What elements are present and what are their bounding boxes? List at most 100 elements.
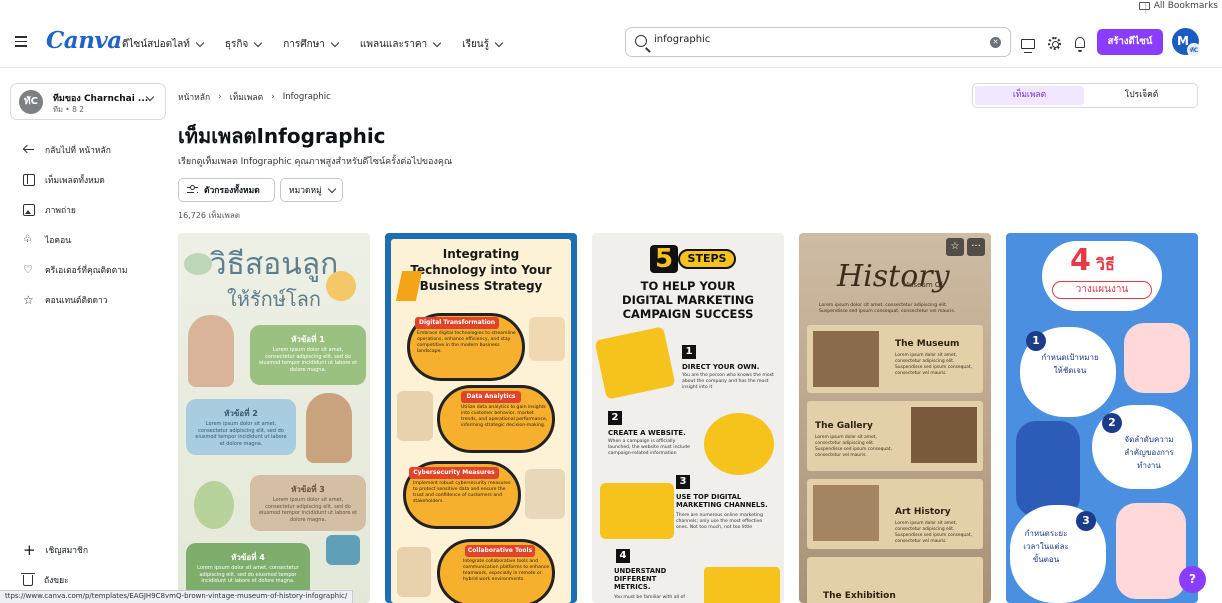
- team-avatar: ทัC: [19, 90, 43, 114]
- card-big-number: 4: [1070, 243, 1091, 278]
- topic-3-text: Lorem ipsum dolor sit amet, consectetur …: [258, 497, 358, 523]
- section-art-history-text: Lorem ipsum dolor sit amet, consectetur …: [895, 521, 972, 544]
- template-card-museum-history[interactable]: ☆ ··· Museum Of History Lorem ipsum dolo…: [799, 233, 991, 603]
- nav-plans-pricing[interactable]: แพลนและราคา: [360, 37, 442, 52]
- sidebar-item-icons[interactable]: ♧ ไอคอน: [0, 225, 168, 255]
- card-big-number: 5: [650, 245, 678, 273]
- sidebar-item-starred[interactable]: ☆ คอนเทนต์ติดดาว: [0, 285, 168, 315]
- template-card-digital-marketing[interactable]: 5 STEPS TO HELP YOUR DIGITAL MARKETING C…: [592, 233, 784, 603]
- more-options-icon[interactable]: ···: [967, 238, 985, 256]
- bell-icon[interactable]: [1075, 37, 1085, 52]
- gear-icon[interactable]: [1048, 37, 1061, 50]
- section-2-text: Utilize data analytics to gain insights …: [461, 405, 548, 428]
- breadcrumb-templates[interactable]: เท็มเพลต: [230, 90, 263, 104]
- intro-text: Lorem ipsum dolor sit amet, consectetur …: [819, 303, 956, 314]
- heart-icon: ♡: [23, 263, 33, 276]
- team-switcher[interactable]: ทัC ทีมของ Charnchai ... ทีม • 8 2: [10, 83, 166, 120]
- filter-label: ตัวกรองทั้งหมด: [204, 186, 260, 196]
- menu-icon[interactable]: [15, 36, 27, 47]
- step-1-number: 1: [1026, 331, 1046, 351]
- chevron-down-icon: [327, 184, 336, 193]
- template-icon: [23, 174, 35, 186]
- sidebar-item-label: เท็มเพลตทั้งหมด: [45, 176, 105, 186]
- section-4-text: Integrate collaborative tools and commun…: [463, 559, 550, 582]
- topic-4-text: Lorem ipsum dolor sit amet, consectetur …: [197, 565, 299, 584]
- sidebar-item-label: ครีเอเตอร์ที่คุณติดตาม: [45, 266, 128, 276]
- chevron-down-icon: [330, 38, 340, 48]
- nav-design-spotlight[interactable]: ดีไซน์สปอตไลท์: [122, 37, 205, 52]
- step-1-text: You are the person who knows the most ab…: [682, 373, 774, 390]
- sidebar-item-all-templates[interactable]: เท็มเพลตทั้งหมด: [0, 165, 168, 195]
- template-card-eco-parenting[interactable]: วิธีสอนลูก ให้รักษ์โลก หัวข้อที่ 1 Lorem…: [178, 233, 370, 603]
- laptop-illustration: [704, 413, 774, 475]
- team-subtitle: ทีม • 8 2: [53, 105, 85, 114]
- art-photo: [813, 485, 879, 541]
- breadcrumb: หน้าหลัก › เท็มเพลต › Infographic: [178, 90, 331, 104]
- step-2-number: 2: [1102, 413, 1122, 433]
- section-museum: The Museum: [895, 339, 960, 349]
- nav-label: ดีไซน์สปอตไลท์: [122, 39, 190, 50]
- step-2-number: 2: [608, 411, 622, 425]
- section-gallery: The Gallery: [815, 421, 873, 431]
- sidebar-list: กลับไปที่ หน้าหลัก เท็มเพลตทั้งหมด ภาพถ่…: [0, 135, 168, 315]
- template-card-work-planning[interactable]: 4 วิธี วางแผนงาน 1 กำหนดเป้าหมายให้ชัดเจ…: [1006, 233, 1198, 603]
- sidebar-item-photos[interactable]: ภาพถ่าย: [0, 195, 168, 225]
- nav-education[interactable]: การศึกษา: [283, 37, 340, 52]
- topic-1-text: Lorem ipsum dolor sit amet, consectetur …: [258, 347, 358, 373]
- nav-label: ธุรกิจ: [224, 39, 249, 50]
- page-description: เรียกดูเท็มเพลต Infographic คุณภาพสูงสำห…: [178, 157, 453, 167]
- search-input[interactable]: [654, 34, 974, 45]
- step-3-number: 3: [676, 475, 690, 489]
- nav-business[interactable]: ธุรกิจ: [224, 37, 263, 52]
- step-3-text: There are numerous online marketing chan…: [676, 513, 763, 530]
- step-2-heading: CREATE A WEBSITE.: [608, 429, 686, 437]
- star-icon[interactable]: ☆: [946, 238, 964, 256]
- step-2-text: When a campaign is officially launched, …: [608, 439, 690, 456]
- section-3-heading: Cybersecurity Measures: [409, 467, 499, 479]
- help-button[interactable]: ?: [1179, 566, 1206, 593]
- topic-3: หัวข้อที่ 3: [291, 485, 325, 494]
- trash-button[interactable]: ถังขยะ: [21, 572, 69, 587]
- all-filters-button[interactable]: ตัวกรองทั้งหมด: [178, 178, 275, 202]
- template-card-tech-business[interactable]: Integrating Technology into Your Busines…: [385, 233, 577, 603]
- chevron-right-icon: ›: [218, 92, 222, 102]
- account-avatar[interactable]: M ทัC: [1172, 28, 1201, 57]
- monitor-icon[interactable]: [1021, 39, 1035, 53]
- sidebar-item-followed-creators[interactable]: ♡ ครีเอเตอร์ที่คุณติดตาม: [0, 255, 168, 285]
- folder-icon: [1138, 2, 1150, 10]
- topic-2-text: Lorem ipsum dolor sit amet, consectetur …: [195, 421, 287, 447]
- chevron-down-icon: [432, 38, 442, 48]
- person-illustration-3: [1116, 503, 1186, 599]
- category-dropdown[interactable]: หมวดหมู่: [280, 178, 343, 202]
- search-box[interactable]: ✕: [625, 27, 1011, 57]
- page-title: เท็มเพลตInfographic: [178, 124, 386, 148]
- clear-search-icon[interactable]: ✕: [990, 37, 1001, 48]
- content-type-toggle: เท็มเพลต โปรเจ็คต์: [972, 83, 1198, 108]
- card-title-line1: TO HELP YOUR: [640, 279, 736, 293]
- collaboration-illustration: [397, 547, 431, 597]
- create-design-button[interactable]: สร้างดีไซน์: [1097, 29, 1163, 55]
- trash-label: ถังขยะ: [44, 576, 69, 586]
- card-title: History: [837, 259, 950, 294]
- invite-members-button[interactable]: + เชิญสมาชิก: [23, 541, 88, 559]
- main-nav: ดีไซน์สปอตไลท์ ธุรกิจ การศึกษา แพลนและรา…: [122, 37, 524, 52]
- step-3-number: 3: [1076, 511, 1096, 531]
- child-figure-girl: [188, 315, 234, 387]
- watering-can-decoration: [326, 535, 360, 565]
- sidebar-item-back-home[interactable]: กลับไปที่ หน้าหลัก: [0, 135, 168, 165]
- search-icon: [635, 35, 647, 47]
- step-3-heading: USE TOP DIGITAL MARKETING CHANNELS.: [676, 493, 768, 509]
- top-bar: Canva ดีไซน์สปอตไลท์ ธุรกิจ การศึกษา แพล…: [0, 17, 1222, 68]
- tab-templates[interactable]: เท็มเพลต: [975, 86, 1084, 105]
- person-illustration-2: [1016, 421, 1080, 517]
- chevron-down-icon: [254, 38, 263, 48]
- card-actions: ☆ ···: [946, 238, 985, 256]
- nav-learn[interactable]: เรียนรู้: [462, 37, 504, 52]
- sun-icon: [326, 271, 356, 301]
- tab-projects[interactable]: โปรเจ็คต์: [1087, 86, 1196, 105]
- all-bookmarks-label: All Bookmarks: [1153, 1, 1218, 11]
- all-bookmarks-button[interactable]: All Bookmarks: [1138, 1, 1218, 11]
- plus-icon: +: [23, 541, 36, 559]
- canva-logo[interactable]: Canva: [46, 27, 122, 54]
- breadcrumb-home[interactable]: หน้าหลัก: [178, 90, 210, 104]
